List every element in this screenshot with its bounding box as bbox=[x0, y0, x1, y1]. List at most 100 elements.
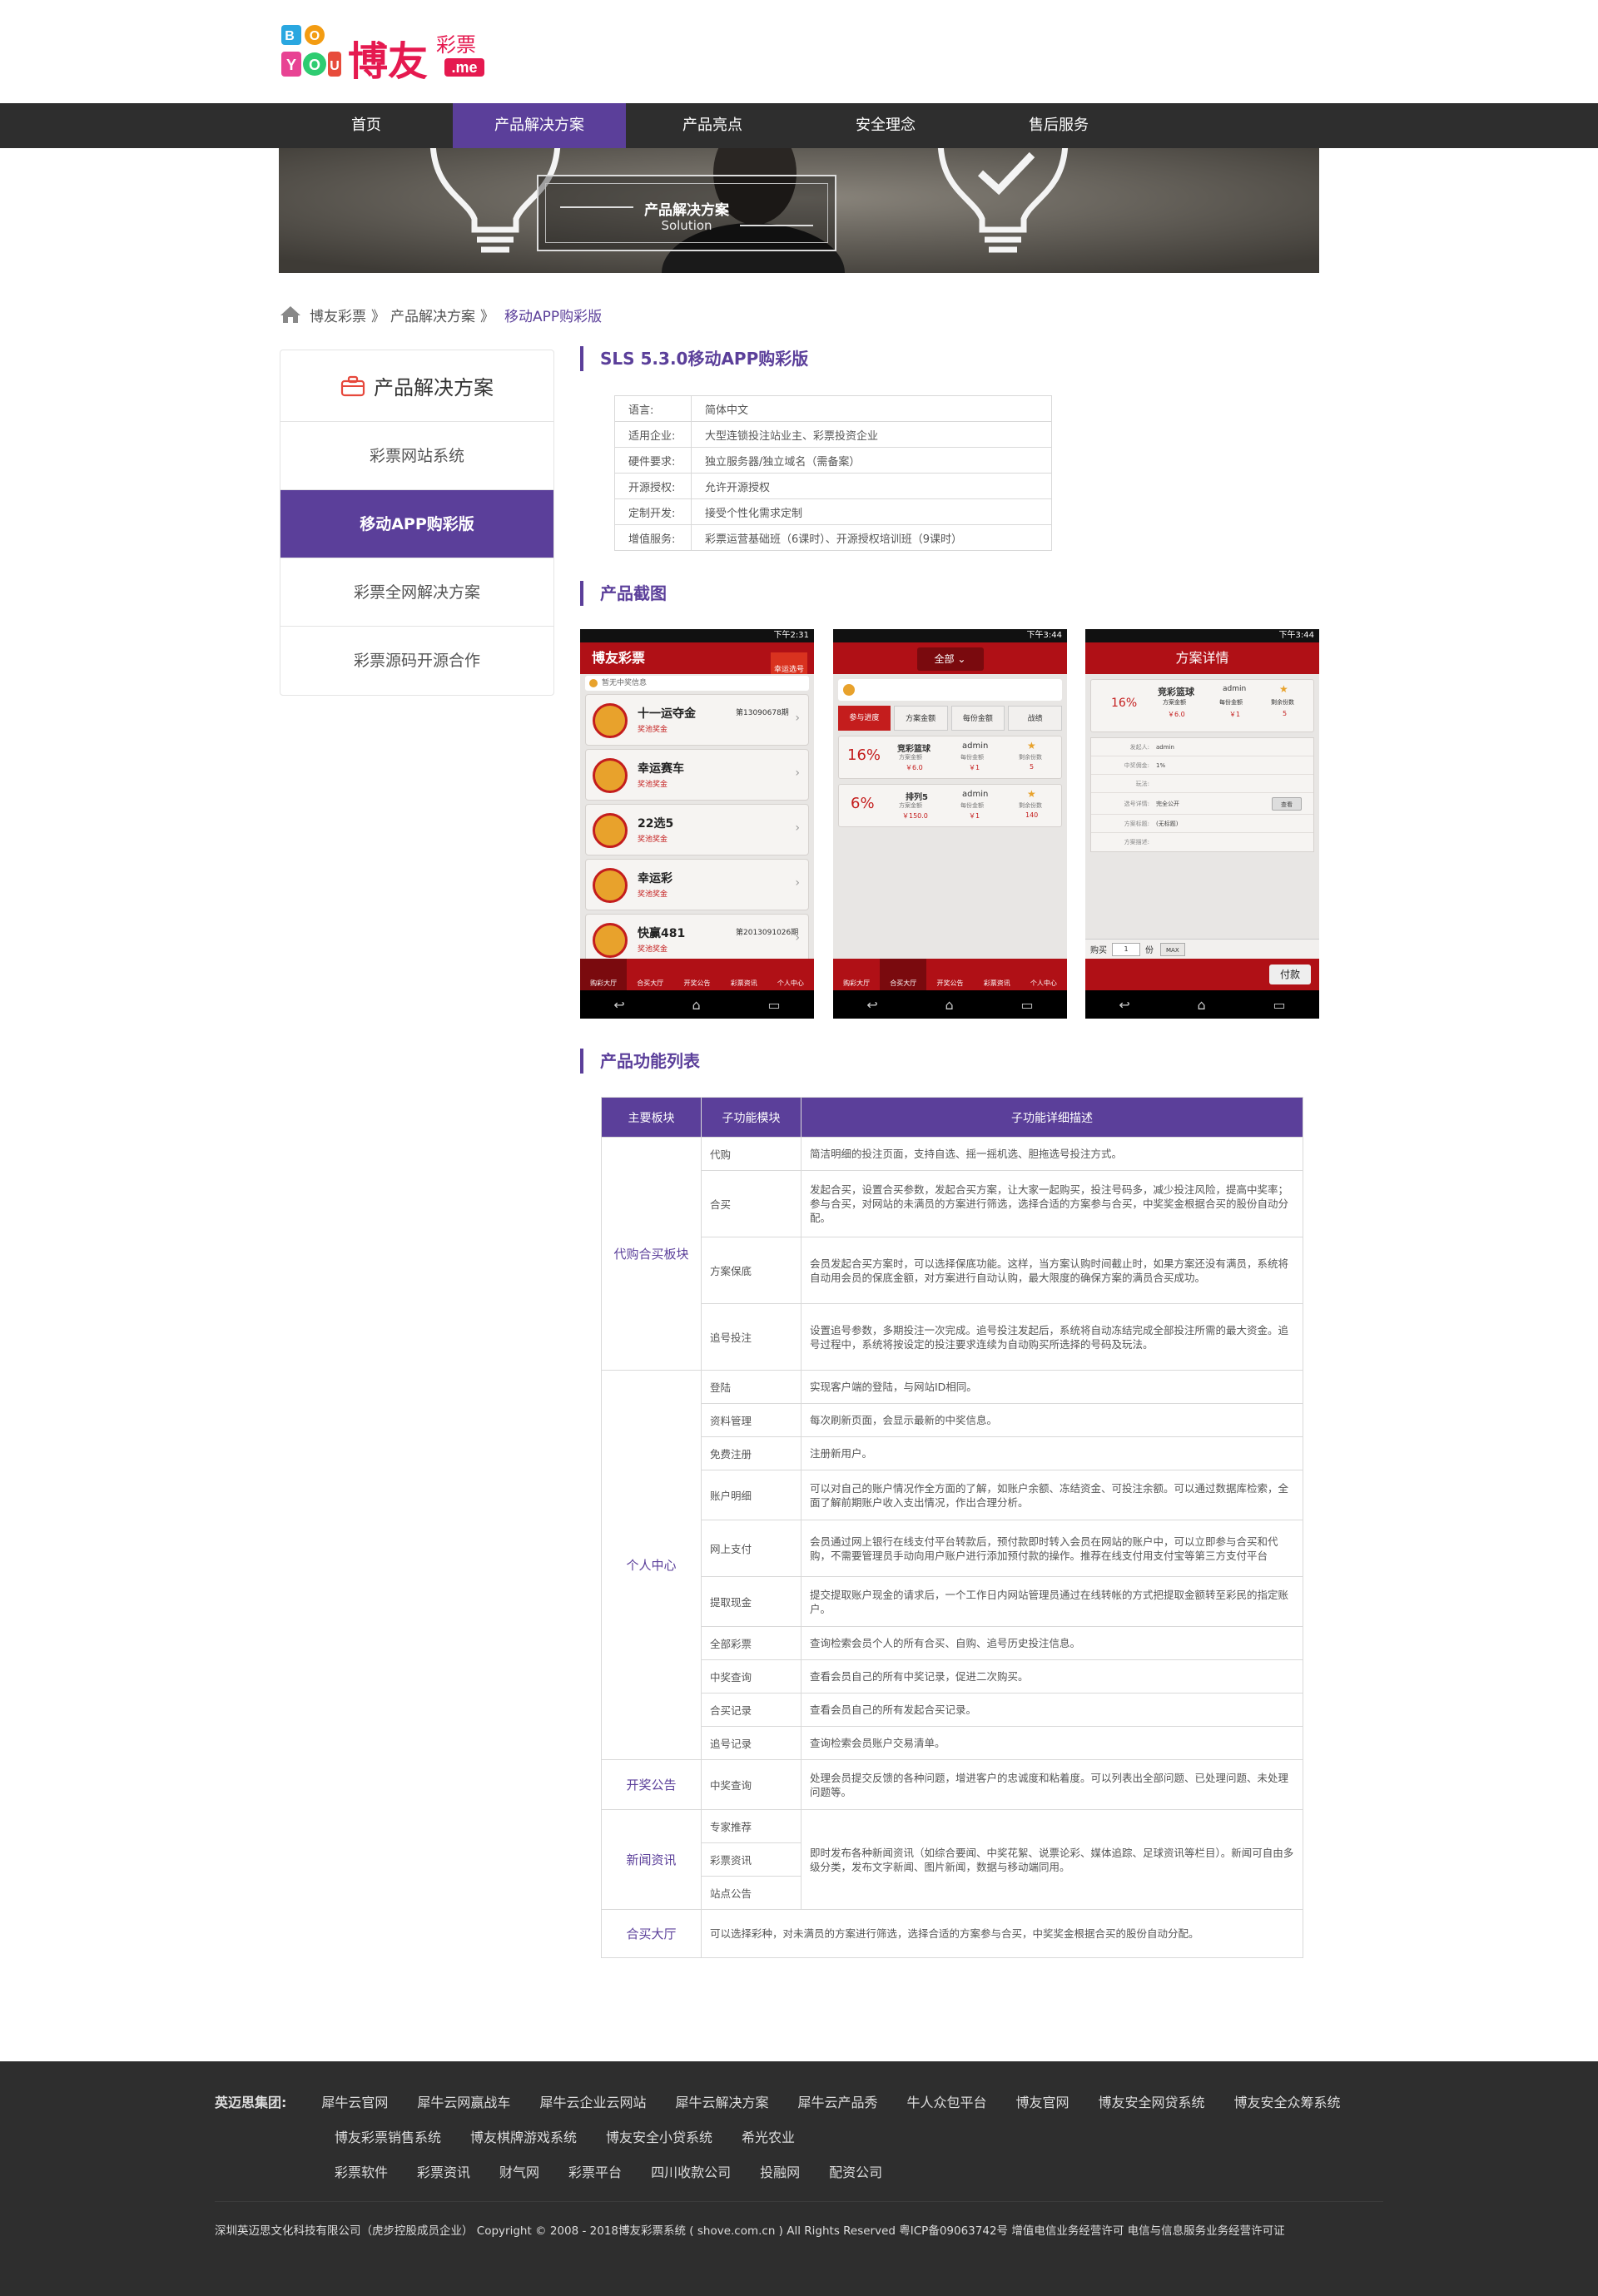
list-item[interactable]: 幸运彩 奖池奖金 › bbox=[585, 859, 809, 910]
sidebar-item-full-network[interactable]: 彩票全网解决方案 bbox=[280, 558, 553, 627]
home-icon[interactable] bbox=[280, 305, 301, 325]
list-item[interactable]: 22选5 奖池奖金 › bbox=[585, 804, 809, 855]
table-row: 全部彩票 查询检索会员个人的所有合买、自购、追号历史投注信息。 bbox=[602, 1626, 1303, 1660]
per-share-label: 每份金额 bbox=[960, 754, 984, 761]
footer-link[interactable]: 博友棋牌游戏系统 bbox=[470, 2126, 577, 2146]
footer-link[interactable]: 希光农业 bbox=[742, 2126, 795, 2146]
sub-module: 网上支付 bbox=[701, 1520, 801, 1577]
group-name: 代购合买板块 bbox=[601, 1137, 702, 1371]
list-item[interactable]: 十一运夺金 奖池奖金 第13090678期 › bbox=[585, 694, 809, 746]
sort-tab-record[interactable]: 战绩 bbox=[1008, 706, 1062, 731]
sort-tab-progress[interactable]: 参与进度 bbox=[838, 706, 891, 731]
footer-link[interactable]: 犀牛云解决方案 bbox=[675, 2091, 768, 2111]
status-bar: 下午3:44 bbox=[1085, 629, 1319, 642]
table-row: 账户明细 可以对自己的账户情况作全方面的了解，如账户余额、冻结资金、可投注余额。可… bbox=[602, 1470, 1303, 1520]
progress-percent: 6% bbox=[851, 795, 875, 812]
breadcrumb-home[interactable]: 博友彩票 bbox=[310, 305, 366, 325]
nav-home[interactable]: 首页 bbox=[280, 103, 453, 148]
footer-link[interactable]: 财气网 bbox=[499, 2161, 539, 2181]
table-row: 方案保底 会员发起合买方案时，可以选择保底功能。这样，当方案认购时间截止时，如果方… bbox=[602, 1237, 1303, 1304]
site-logo[interactable]: B O Y O U 博友 彩票 .me bbox=[280, 22, 521, 88]
plan-detail: 16% 竞彩篮球 方案金额 ￥6.0 admin 每份金额 ￥1 ★ 剩余份数 … bbox=[1085, 674, 1319, 959]
nav-solutions[interactable]: 产品解决方案 bbox=[453, 103, 626, 148]
notice-bar bbox=[838, 679, 1062, 701]
list-item[interactable]: 幸运赛车 奖池奖金 › bbox=[585, 749, 809, 801]
footer-link[interactable]: 牛人众包平台 bbox=[906, 2091, 986, 2111]
list-item[interactable]: 快赢481 奖池奖金 第2013091026期 › bbox=[585, 914, 809, 959]
tab-profile[interactable]: 个人中心 bbox=[767, 959, 814, 990]
footer-link[interactable]: 博友安全小贷系统 bbox=[606, 2126, 712, 2146]
footer-link[interactable]: 犀牛云官网 bbox=[321, 2091, 388, 2111]
phone-screenshot-group-buy[interactable]: 下午3:44 全部 ⌄ 参与进度 方案金额 每份金额 战绩 16% 竞彩篮球 方… bbox=[833, 629, 1067, 1019]
back-icon[interactable]: ↩ bbox=[613, 997, 624, 1013]
field-row: 中奖佣金: 1% bbox=[1091, 756, 1313, 775]
list-item[interactable]: 6% 排列5 方案金额 ￥150.0 admin 每份金额 ￥1 ★ 剩余份数 … bbox=[838, 784, 1062, 827]
tab-news[interactable]: 彩票资讯 bbox=[974, 959, 1020, 990]
home-icon[interactable]: ⌂ bbox=[1198, 997, 1206, 1013]
phone-screenshot-plan-detail[interactable]: 下午3:44 方案详情 16% 竞彩篮球 方案金额 ￥6.0 admin 每份金… bbox=[1085, 629, 1319, 1019]
sub-description: 可以对自己的账户情况作全方面的了解，如账户余额、冻结资金、可投注余额。可以通过数… bbox=[801, 1470, 1303, 1520]
sub-description: 会员通过网上银行在线支付平台转款后，预付款即时转入会员在网站的账户中，可以立即参… bbox=[801, 1520, 1303, 1577]
footer-link[interactable]: 犀牛云企业云网站 bbox=[539, 2091, 646, 2111]
remaining-value: 140 bbox=[1025, 811, 1039, 819]
tab-profile[interactable]: 个人中心 bbox=[1020, 959, 1067, 990]
back-icon[interactable]: ↩ bbox=[866, 997, 877, 1013]
tab-news[interactable]: 彩票资讯 bbox=[721, 959, 767, 990]
sidebar: 产品解决方案 彩票网站系统 移动APP购彩版 彩票全网解决方案 彩票源码开源合作 bbox=[280, 350, 554, 696]
breadcrumb-current: 移动APP购彩版 bbox=[504, 308, 603, 325]
sidebar-item-open-source[interactable]: 彩票源码开源合作 bbox=[280, 627, 553, 695]
max-button[interactable]: MAX bbox=[1160, 942, 1185, 956]
tab-group-buy[interactable]: 合买大厅 bbox=[627, 959, 673, 990]
tab-draw-notice[interactable]: 开奖公告 bbox=[926, 959, 973, 990]
footer-link[interactable]: 博友彩票销售系统 bbox=[335, 2126, 441, 2146]
filter-select[interactable]: 全部 ⌄ bbox=[916, 647, 984, 671]
footer-link[interactable]: 犀牛云产品秀 bbox=[797, 2091, 877, 2111]
sub-description: 处理会员提交反馈的各种问题，增进客户的忠诚度和粘着度。可以列表出全部问题、已处理… bbox=[801, 1759, 1303, 1810]
star-icon: ★ bbox=[1027, 740, 1036, 751]
footer-link[interactable]: 投融网 bbox=[760, 2161, 800, 2181]
tab-draw-notice[interactable]: 开奖公告 bbox=[673, 959, 720, 990]
sub-module: 追号投注 bbox=[701, 1303, 801, 1371]
sort-tab-per-share[interactable]: 每份金额 bbox=[950, 706, 1005, 731]
sort-tab-amount[interactable]: 方案金额 bbox=[893, 706, 948, 731]
view-button[interactable]: 查看 bbox=[1272, 797, 1302, 811]
tab-lottery-hall[interactable]: 购彩大厅 bbox=[580, 959, 628, 990]
back-icon[interactable]: ↩ bbox=[1119, 997, 1129, 1013]
recent-apps-icon[interactable]: ▭ bbox=[1020, 997, 1033, 1013]
lottery-list: 暂无中奖信息 十一运夺金 奖池奖金 第13090678期 › 幸运赛车 奖池奖金 › 22… bbox=[580, 674, 814, 959]
home-icon[interactable]: ⌂ bbox=[945, 997, 954, 1013]
recent-apps-icon[interactable]: ▭ bbox=[1273, 997, 1285, 1013]
sub-module: 全部彩票 bbox=[701, 1626, 801, 1660]
quantity-input[interactable]: 1 bbox=[1112, 942, 1140, 956]
footer-link[interactable]: 彩票软件 bbox=[335, 2161, 388, 2181]
sidebar-item-website[interactable]: 彩票网站系统 bbox=[280, 422, 553, 490]
lottery-sub: 奖池奖金 bbox=[638, 781, 668, 789]
lottery-issue: 第13090678期 bbox=[736, 709, 789, 717]
nav-security[interactable]: 安全理念 bbox=[799, 103, 972, 148]
list-item[interactable]: 16% 竞彩篮球 方案金额 ￥6.0 admin 每份金额 ￥1 ★ 剩余份数 … bbox=[838, 736, 1062, 779]
footer-link[interactable]: 博友官网 bbox=[1016, 2091, 1069, 2111]
breadcrumb-level1[interactable]: 产品解决方案 bbox=[390, 305, 475, 325]
home-icon[interactable]: ⌂ bbox=[692, 997, 701, 1013]
footer-link[interactable]: 犀牛云网赢战车 bbox=[417, 2091, 510, 2111]
footer-link[interactable]: 配资公司 bbox=[829, 2161, 882, 2181]
info-key: 语言: bbox=[614, 395, 692, 422]
tab-lottery-hall[interactable]: 购彩大厅 bbox=[833, 959, 880, 990]
pay-button[interactable]: 付款 bbox=[1269, 965, 1311, 984]
tab-group-buy[interactable]: 合买大厅 bbox=[880, 959, 927, 990]
nav-service[interactable]: 售后服务 bbox=[972, 103, 1145, 148]
footer-link[interactable]: 博友安全网贷系统 bbox=[1099, 2091, 1205, 2111]
sidebar-item-mobile-app[interactable]: 移动APP购彩版 bbox=[280, 490, 553, 558]
footer-link[interactable]: 彩票平台 bbox=[568, 2161, 622, 2181]
footer-link[interactable]: 四川收款公司 bbox=[651, 2161, 731, 2181]
field-row: 方案描述: bbox=[1091, 833, 1313, 851]
table-row: 个人中心 登陆 实现客户端的登陆，与网站ID相同。 bbox=[601, 1370, 1303, 1760]
phone-screenshot-home[interactable]: 下午2:31 博友彩票 幸运选号 暂无中奖信息 十一运夺金 奖池奖金 第130906… bbox=[580, 629, 814, 1019]
sub-module: 免费注册 bbox=[701, 1436, 801, 1470]
recent-apps-icon[interactable]: ▭ bbox=[767, 997, 780, 1013]
footer-link[interactable]: 博友安全众筹系统 bbox=[1234, 2091, 1341, 2111]
field-key: 玩法: bbox=[1135, 781, 1149, 787]
nav-highlights[interactable]: 产品亮点 bbox=[626, 103, 799, 148]
footer-link[interactable]: 彩票资讯 bbox=[417, 2161, 470, 2181]
sub-description: 即时发布各种新闻资讯（如综合要闻、中奖花絮、说票论彩、媒体追踪、足球资讯等栏目）… bbox=[801, 1809, 1303, 1910]
